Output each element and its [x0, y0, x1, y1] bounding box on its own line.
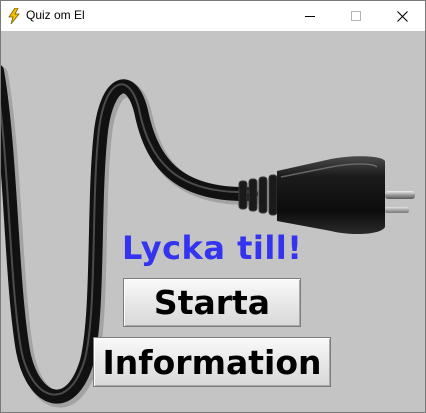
- start-button[interactable]: Starta: [123, 278, 301, 327]
- information-button[interactable]: Information: [93, 337, 331, 387]
- greeting-text: Lycka till!: [122, 229, 303, 267]
- window-title: Quiz om El: [26, 8, 85, 22]
- lightning-bolt-icon: [8, 8, 20, 24]
- minimize-icon: [305, 16, 315, 17]
- maximize-icon: [351, 11, 361, 21]
- quiz-window: Quiz om El Lycka till! Starta Informatio…: [0, 0, 426, 413]
- close-button[interactable]: [379, 1, 425, 31]
- minimize-button[interactable]: [287, 1, 333, 31]
- maximize-button[interactable]: [333, 1, 379, 31]
- title-bar[interactable]: Quiz om El: [1, 1, 425, 31]
- close-icon: [396, 10, 408, 22]
- main-panel: Lycka till! Starta Information: [1, 31, 425, 412]
